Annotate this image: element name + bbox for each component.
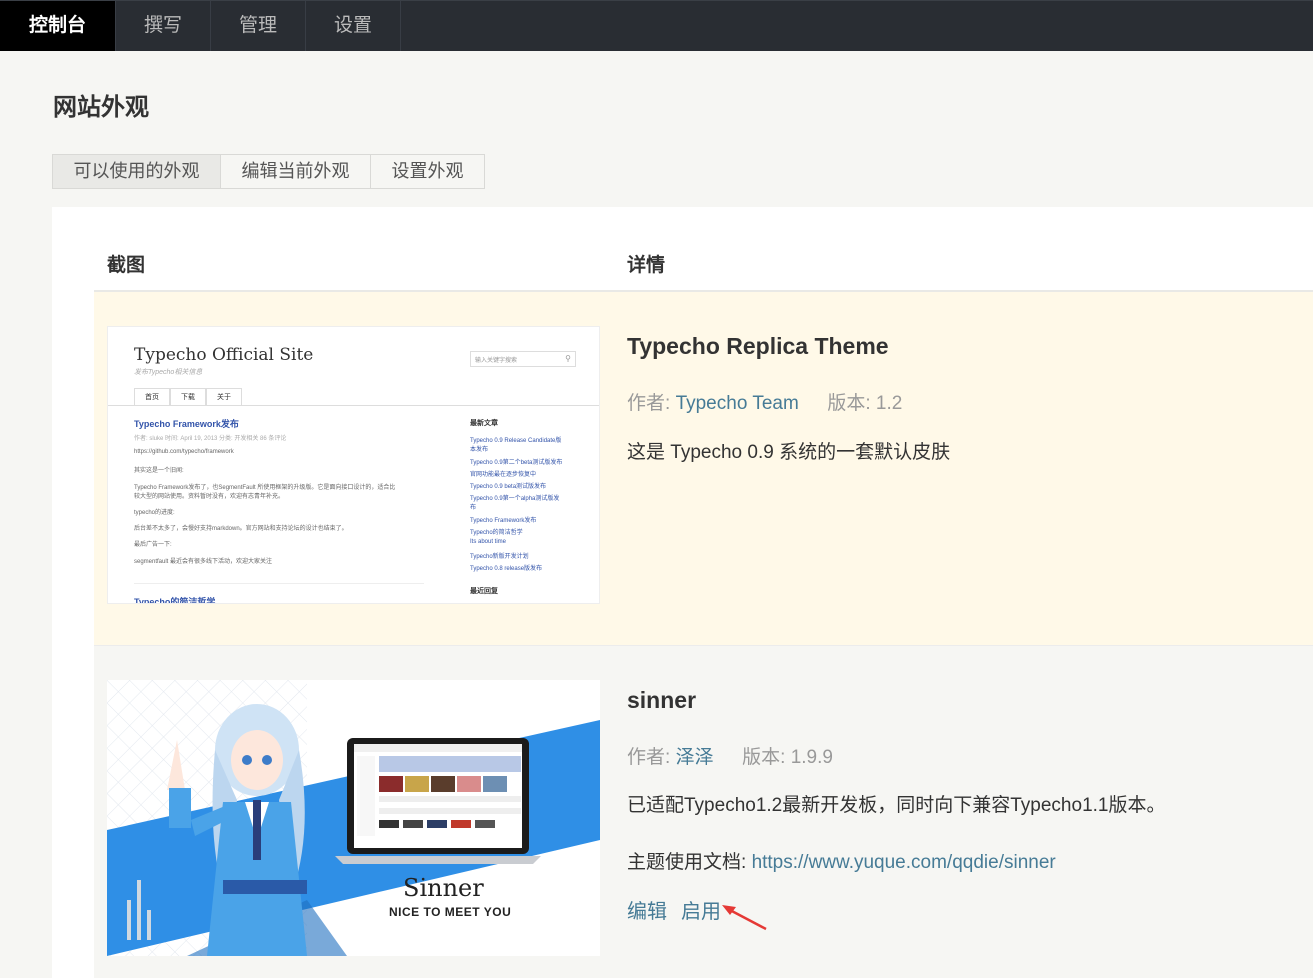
preview-nav-item: 下载	[170, 388, 206, 405]
version-label: 版本:	[742, 747, 791, 768]
preview-post-line: typecho的进度:	[134, 510, 175, 516]
version-value: 1.9.9	[790, 747, 833, 768]
preview-post-divider	[134, 583, 424, 584]
search-icon: ⚲	[565, 354, 571, 363]
edit-theme-link[interactable]: 编辑	[627, 895, 667, 924]
page-title: 网站外观	[53, 94, 149, 121]
preview-post-line: 最后广告一下:	[134, 542, 172, 548]
doc-link[interactable]: https://www.yuque.com/qqdie/sinner	[752, 852, 1056, 873]
preview-post-line: https://github.com/typecho/framework	[134, 449, 234, 455]
theme-screenshot-sinner: Sinner NICE TO MEET YOU	[107, 680, 600, 956]
author-link[interactable]: Typecho Team	[676, 393, 799, 414]
tab-edit-current-theme[interactable]: 编辑当前外观	[221, 155, 371, 188]
preview-sidebar-item: Typecho 0.9第一个alpha测试版发	[470, 496, 560, 502]
theme-screenshot-replica: Typecho Official Site 发布Typecho相关信息 输入关键…	[107, 326, 600, 604]
nav-item-manage[interactable]: 管理	[211, 1, 306, 51]
preview-next-post-title: Typecho的简洁哲学	[134, 597, 216, 604]
preview-sidebar-heading-recent: 最近回复	[470, 588, 498, 595]
tab-theme-settings[interactable]: 设置外观	[371, 155, 484, 188]
preview-sidebar-item: Typecho 0.9 beta测试版发布	[470, 484, 547, 490]
preview-site-subtitle: 发布Typecho相关信息	[134, 369, 203, 376]
preview-nav: 首页 下载 关于	[134, 388, 242, 405]
theme-meta: 作者: 泽泽 版本: 1.9.9	[627, 742, 833, 769]
preview-post-line: segmentfault 最近会有很多线下活动，欢迎大家关注	[134, 559, 273, 565]
preview-sidebar-item: 布	[470, 505, 477, 511]
preview-post-line: 其实这是一个旧闻:	[134, 468, 184, 474]
theme-doc: 主题使用文档: https://www.yuque.com/qqdie/sinn…	[627, 847, 1056, 874]
preview-post-title: Typecho Framework发布	[134, 419, 239, 429]
appearance-tabs: 可以使用的外观 编辑当前外观 设置外观	[52, 154, 485, 189]
theme-description: 已适配Typecho1.2最新开发板，同时向下兼容Typecho1.1版本。	[627, 795, 1166, 816]
version-value: 1.2	[875, 393, 903, 414]
preview-sidebar-item: Typecho新版开发计划	[470, 554, 529, 560]
preview-post-meta: 作者: sluke 时间: April 19, 2013 分类: 开发相关 86…	[134, 436, 287, 442]
author-label: 作者:	[627, 747, 676, 768]
theme-meta: 作者: Typecho Team 版本: 1.2	[627, 388, 902, 415]
theme-name: Typecho Replica Theme	[627, 333, 889, 359]
activate-theme-link[interactable]: 启用	[681, 895, 721, 924]
column-header-details: 详情	[627, 255, 666, 276]
preview-search-box: 输入关键字搜索 ⚲	[470, 351, 576, 367]
preview-sidebar-item: 本发布	[470, 447, 489, 453]
sinner-preview-title: Sinner	[403, 874, 484, 902]
preview-sidebar-item: Typecho的简洁哲学	[470, 530, 523, 536]
preview-post-line: 后台差不太多了，会慢好支持markdown。官方网站和支持论坛的设计也结束了。	[134, 526, 348, 532]
preview-sidebar-item: Typecho 0.8 release版发布	[470, 566, 543, 572]
preview-sidebar-item: Its about time	[470, 539, 507, 545]
sinner-preview-art	[107, 680, 600, 956]
tab-available-themes[interactable]: 可以使用的外观	[53, 155, 221, 188]
preview-site-title: Typecho Official Site	[134, 345, 314, 365]
sinner-preview-subtitle: NICE TO MEET YOU	[389, 905, 512, 919]
preview-post-line: 较大型的网站使用。资料暂时没有，欢迎有志青年补充。	[134, 494, 285, 500]
preview-divider	[108, 405, 599, 406]
author-label: 作者:	[627, 393, 676, 414]
doc-label: 主题使用文档:	[627, 852, 752, 873]
theme-name: sinner	[627, 687, 697, 713]
nav-item-write[interactable]: 撰写	[116, 1, 211, 51]
preview-post-line: Typecho Framework发布了，也SegmentFault 所使用框架…	[134, 485, 396, 491]
annotation-arrow-icon	[722, 905, 767, 931]
top-nav: 控制台 撰写 管理 设置	[0, 0, 1313, 51]
preview-sidebar-item: Typecho 0.9 Release Candidate版	[470, 438, 562, 444]
preview-search-placeholder: 输入关键字搜索	[475, 358, 518, 364]
nav-item-settings[interactable]: 设置	[306, 1, 401, 51]
preview-sidebar-item: 官网功能最在逐步恢复中	[470, 472, 537, 478]
preview-sidebar-item: Typecho Framework发布	[470, 518, 537, 524]
theme-description: 这是 Typecho 0.9 系统的一套默认皮肤	[627, 442, 951, 463]
preview-sidebar-heading: 最新文章	[470, 420, 498, 427]
preview-sidebar-item: Typecho 0.9第二个beta测试版发布	[470, 460, 563, 466]
preview-nav-item: 关于	[206, 388, 242, 405]
version-label: 版本:	[827, 393, 876, 414]
preview-nav-item: 首页	[134, 388, 170, 405]
nav-item-dashboard[interactable]: 控制台	[0, 1, 116, 51]
author-link[interactable]: 泽泽	[676, 747, 714, 768]
column-header-screenshot: 截图	[107, 255, 146, 276]
